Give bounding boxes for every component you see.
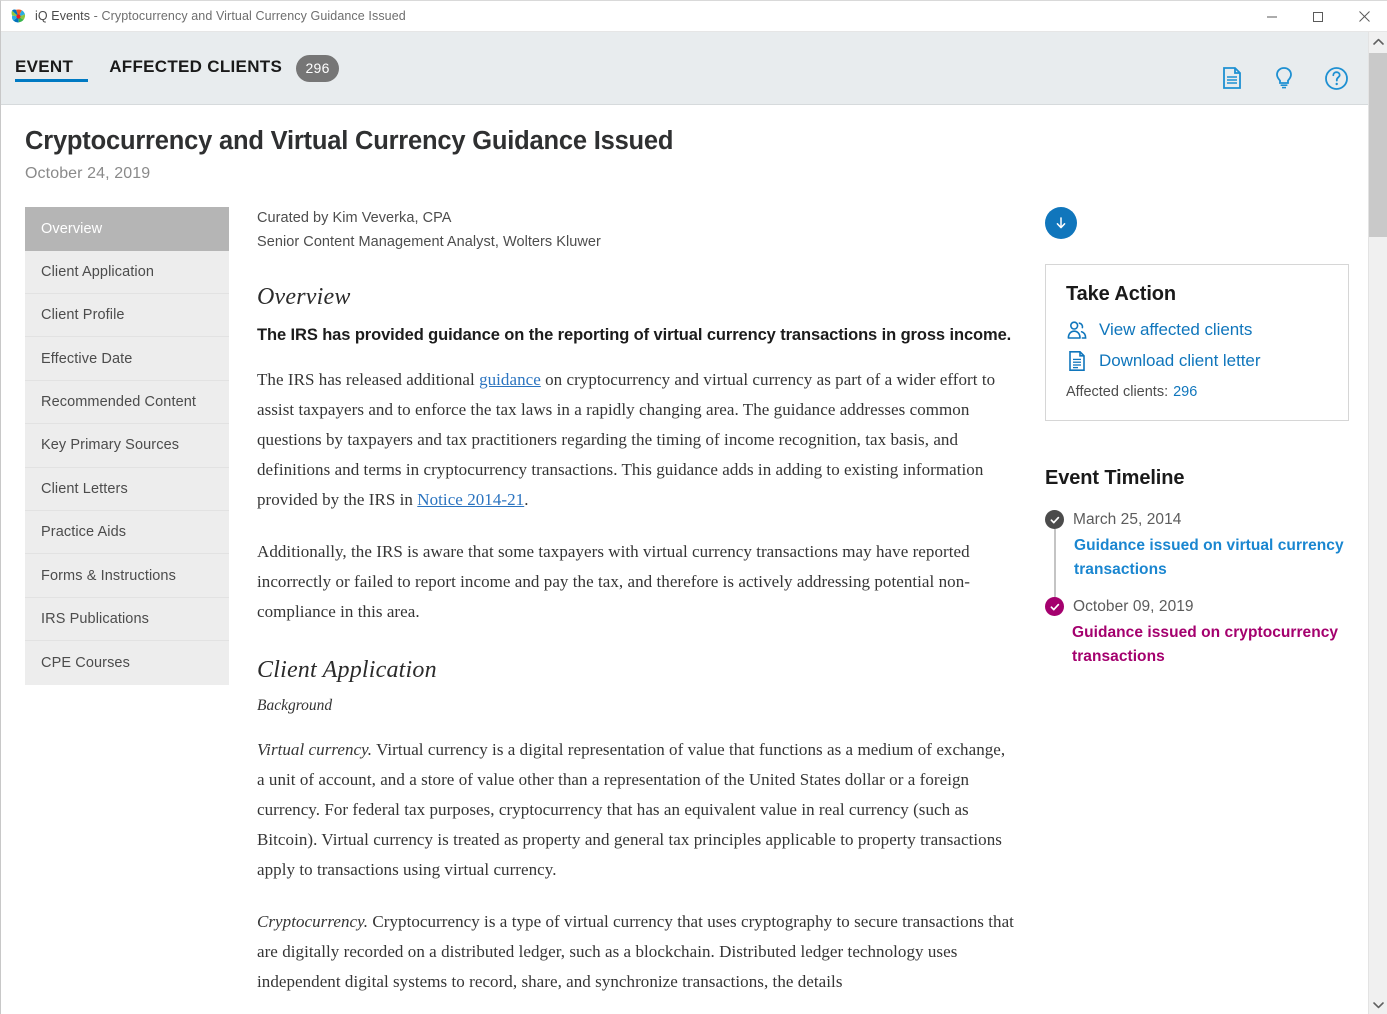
take-action-title: Take Action	[1066, 283, 1328, 306]
para1-text-1: The IRS has released additional	[257, 370, 479, 389]
app-logo-icon	[10, 8, 27, 25]
download-circle-button[interactable]	[1045, 207, 1077, 239]
page-columns: Overview Client Application Client Profi…	[25, 207, 1363, 1014]
sidebar-item-practice-aids[interactable]: Practice Aids	[25, 511, 229, 554]
download-client-letter-action[interactable]: Download client letter	[1066, 350, 1328, 372]
view-affected-clients-label: View affected clients	[1099, 320, 1252, 340]
toolbar-icons	[1219, 65, 1349, 91]
timeline-date: March 25, 2014	[1073, 511, 1181, 529]
vertical-scrollbar[interactable]	[1368, 32, 1387, 1014]
affected-clients-badge: 296	[296, 55, 339, 82]
timeline-entry: October 09, 2019 Guidance issued on cryp…	[1045, 597, 1349, 684]
check-circle-icon	[1045, 597, 1064, 616]
sidebar-item-label: CPE Courses	[41, 655, 130, 671]
term-cryptocurrency: Cryptocurrency.	[257, 912, 368, 931]
page: Cryptocurrency and Virtual Currency Guid…	[1, 105, 1387, 1014]
para1-text-2: on cryptocurrency and virtual currency a…	[257, 370, 995, 509]
affected-clients-count: 296	[1173, 384, 1197, 400]
sidebar-item-irs-publications[interactable]: IRS Publications	[25, 598, 229, 641]
event-timeline-title: Event Timeline	[1045, 467, 1349, 490]
app-window: iQ Events - Cryptocurrency and Virtual C…	[0, 0, 1387, 1014]
sidebar-item-label: IRS Publications	[41, 611, 149, 627]
help-icon[interactable]	[1323, 65, 1349, 91]
article-body: Curated by Kim Veverka, CPA Senior Conte…	[229, 207, 1045, 1014]
document-icon[interactable]	[1219, 65, 1245, 91]
sidebar-item-key-primary-sources[interactable]: Key Primary Sources	[25, 424, 229, 467]
view-affected-clients-action[interactable]: View affected clients	[1066, 319, 1328, 341]
timeline-entry-header: October 09, 2019	[1045, 597, 1349, 616]
sidebar-item-forms-instructions[interactable]: Forms & Instructions	[25, 554, 229, 597]
timeline-entry-header: March 25, 2014	[1045, 510, 1349, 529]
term-virtual-currency: Virtual currency.	[257, 740, 372, 759]
top-bar: EVENT AFFECTED CLIENTS 296	[1, 32, 1387, 105]
sidebar-item-label: Effective Date	[41, 351, 132, 367]
heading-client-application: Client Application	[257, 657, 1017, 684]
para4-text: Cryptocurrency is a type of virtual curr…	[257, 912, 1014, 991]
scroll-down-arrow-icon[interactable]	[1369, 995, 1387, 1014]
sidebar-item-client-application[interactable]: Client Application	[25, 251, 229, 294]
sidebar-item-label: Recommended Content	[41, 394, 196, 410]
sidebar-item-effective-date[interactable]: Effective Date	[25, 337, 229, 380]
tab-bar: EVENT AFFECTED CLIENTS 296	[1, 32, 375, 104]
sidebar-item-label: Client Profile	[41, 307, 125, 323]
tab-event[interactable]: EVENT	[15, 46, 91, 90]
overview-lede: The IRS has provided guidance on the rep…	[257, 324, 1017, 347]
affected-clients-summary: Affected clients: 296	[1066, 384, 1328, 400]
window-title-app: iQ Events	[35, 9, 90, 23]
users-icon	[1066, 319, 1088, 341]
window-title-sep: -	[90, 9, 101, 23]
heading-overview: Overview	[257, 284, 1017, 311]
sidebar-item-label: Client Application	[41, 264, 154, 280]
sidebar-item-cpe-courses[interactable]: CPE Courses	[25, 641, 229, 684]
tab-event-label: EVENT	[15, 57, 73, 79]
timeline-link[interactable]: Guidance issued on virtual currency tran…	[1054, 529, 1349, 597]
lightbulb-icon[interactable]	[1271, 65, 1297, 91]
minimize-button[interactable]	[1249, 1, 1295, 32]
scrollbar-thumb[interactable]	[1369, 53, 1387, 237]
page-date: October 24, 2019	[25, 165, 1363, 183]
check-circle-icon	[1045, 510, 1064, 529]
sidebar-item-label: Forms & Instructions	[41, 568, 176, 584]
timeline-link[interactable]: Guidance issued on cryptocurrency transa…	[1054, 616, 1349, 684]
paragraph-cryptocurrency: Cryptocurrency. Cryptocurrency is a type…	[257, 907, 1017, 997]
guidance-link[interactable]: guidance	[479, 370, 541, 389]
tab-affected-clients[interactable]: AFFECTED CLIENTS 296	[109, 46, 357, 90]
document-lines-icon	[1066, 350, 1088, 372]
right-rail: Take Action View affected client	[1045, 207, 1363, 684]
timeline-entry: March 25, 2014 Guidance issued on virtua…	[1045, 510, 1349, 597]
curator-line-2: Senior Content Management Analyst, Wolte…	[257, 231, 1017, 254]
sidebar-item-client-letters[interactable]: Client Letters	[25, 468, 229, 511]
maximize-button[interactable]	[1295, 1, 1341, 32]
sidebar-item-label: Client Letters	[41, 481, 128, 497]
take-action-card: Take Action View affected client	[1045, 264, 1349, 421]
curator-line-1: Curated by Kim Veverka, CPA	[257, 207, 1017, 230]
section-nav: Overview Client Application Client Profi…	[25, 207, 229, 684]
download-client-letter-label: Download client letter	[1099, 351, 1260, 371]
window-controls	[1249, 1, 1387, 32]
overview-paragraph-2: Additionally, the IRS is aware that some…	[257, 537, 1017, 627]
sidebar-item-label: Overview	[41, 221, 102, 237]
sidebar-item-overview[interactable]: Overview	[25, 207, 229, 250]
window-title: iQ Events - Cryptocurrency and Virtual C…	[35, 9, 406, 23]
close-button[interactable]	[1341, 1, 1387, 32]
page-title: Cryptocurrency and Virtual Currency Guid…	[25, 127, 1363, 156]
sidebar-item-label: Key Primary Sources	[41, 437, 179, 453]
heading-background: Background	[257, 697, 1017, 715]
window-title-doc: Cryptocurrency and Virtual Currency Guid…	[102, 9, 406, 23]
overview-paragraph-1: The IRS has released additional guidance…	[257, 365, 1017, 515]
content-area: Cryptocurrency and Virtual Currency Guid…	[1, 105, 1387, 1014]
sidebar-item-label: Practice Aids	[41, 524, 126, 540]
notice-2014-21-link[interactable]: Notice 2014-21	[417, 490, 524, 509]
tab-affected-clients-label: AFFECTED CLIENTS	[109, 57, 282, 79]
sidebar-item-client-profile[interactable]: Client Profile	[25, 294, 229, 337]
title-bar: iQ Events - Cryptocurrency and Virtual C…	[1, 1, 1387, 32]
para3-text: Virtual currency is a digital representa…	[257, 740, 1005, 879]
paragraph-virtual-currency: Virtual currency. Virtual currency is a …	[257, 735, 1017, 885]
timeline-date: October 09, 2019	[1073, 598, 1194, 616]
sidebar-item-recommended-content[interactable]: Recommended Content	[25, 381, 229, 424]
scroll-up-arrow-icon[interactable]	[1369, 32, 1387, 52]
affected-clients-label: Affected clients:	[1066, 384, 1168, 400]
para1-text-3: .	[524, 490, 528, 509]
